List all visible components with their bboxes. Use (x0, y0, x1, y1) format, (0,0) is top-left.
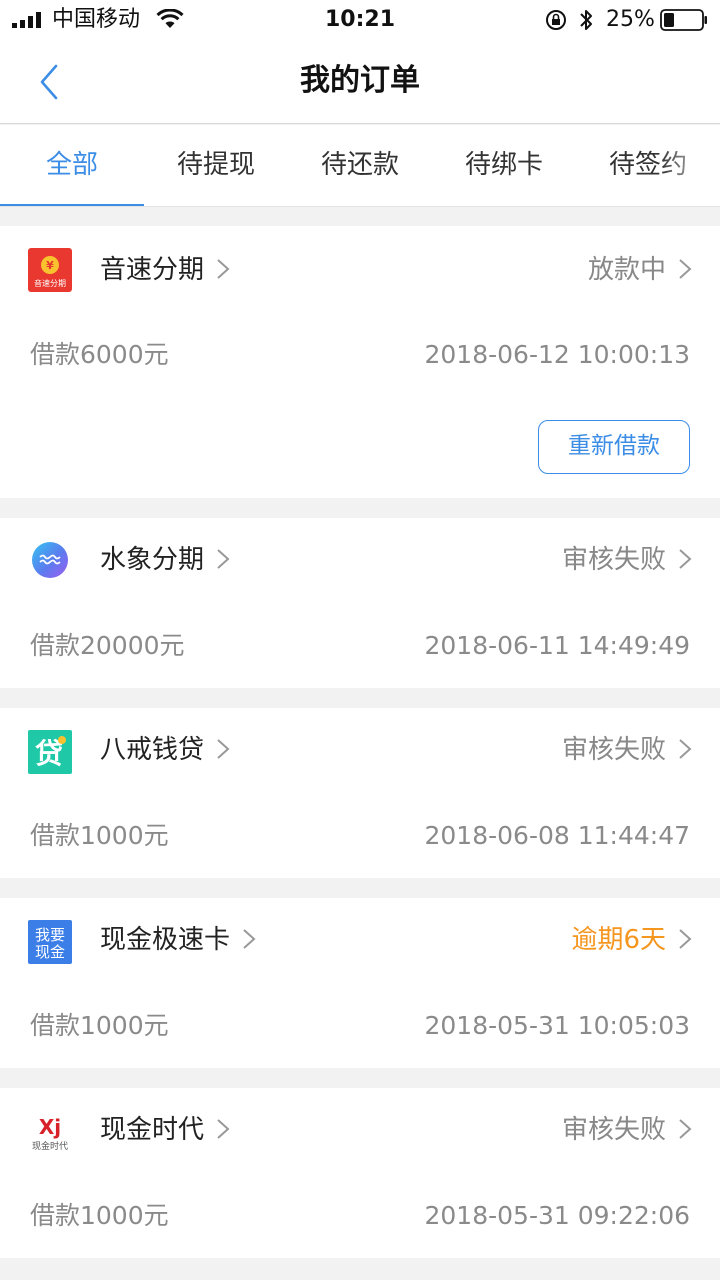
shuixiang-logo-icon (32, 542, 68, 578)
chevron-right-icon (243, 929, 256, 949)
order-datetime: 2018-06-11 14:49:49 (424, 631, 690, 660)
lender-name[interactable]: 现金时代 (100, 1112, 230, 1148)
order-status[interactable]: 放款中 (588, 252, 692, 288)
chevron-right-icon (679, 739, 692, 759)
order-datetime: 2018-05-31 10:05:03 (424, 1011, 690, 1040)
svg-text:现金时代: 现金时代 (32, 1140, 68, 1152)
order-datetime: 2018-06-12 10:00:13 (424, 340, 690, 369)
rotation-lock-icon (546, 10, 566, 30)
loan-amount: 借款1000元 (30, 1011, 169, 1040)
lender-name[interactable]: 水象分期 (100, 542, 230, 578)
order-card[interactable]: 水象分期 审核失败 借款20000元 2018-06-11 14:49:49 (0, 518, 720, 688)
chevron-right-icon (679, 259, 692, 279)
order-status-text: 放款中 (587, 255, 666, 285)
order-tabs: 全部 待提现 待还款 待绑卡 待签约 (0, 125, 720, 207)
svg-text:¥: ¥ (46, 259, 54, 272)
chevron-right-icon (679, 549, 692, 569)
lender-name[interactable]: 现金极速卡 (100, 922, 256, 958)
loan-amount: 借款20000元 (30, 631, 185, 660)
loan-amount: 借款6000元 (30, 340, 169, 369)
order-status-text: 审核失败 (561, 545, 666, 575)
order-status[interactable]: 审核失败 (562, 732, 692, 768)
status-bar: 中国移动 10:21 25% (0, 0, 720, 40)
chevron-right-icon (217, 1119, 230, 1139)
xianjinshidai-logo-icon: Xj 现金时代 (28, 1110, 72, 1154)
tab-pending-bind-card[interactable]: 待绑卡 (432, 125, 576, 206)
chevron-right-icon (679, 929, 692, 949)
lender-name[interactable]: 音速分期 (100, 252, 230, 288)
lender-name-text: 现金极速卡 (100, 925, 231, 955)
order-card[interactable]: 我要 现金 现金极速卡 逾期6天 借款1000元 2018-05-31 10:0… (0, 898, 720, 1068)
tab-pending-sign[interactable]: 待签约 (576, 125, 720, 206)
svg-text:我要: 我要 (35, 926, 65, 944)
order-card[interactable]: 贷 八戒钱贷 审核失败 借款1000元 2018-06-08 11:44:47 (0, 708, 720, 878)
woyaoxianjin-logo-icon: 我要 现金 (28, 920, 72, 964)
lender-name[interactable]: 八戒钱贷 (100, 732, 230, 768)
svg-text:音速分期: 音速分期 (34, 278, 66, 288)
tab-pending-repay[interactable]: 待还款 (288, 125, 432, 206)
lender-name-text: 水象分期 (100, 545, 205, 575)
order-status[interactable]: 审核失败 (562, 542, 692, 578)
lender-name-text: 八戒钱贷 (100, 735, 205, 765)
order-card[interactable]: Xj 现金时代 现金时代 审核失败 借款1000元 2018-05-31 09:… (0, 1088, 720, 1258)
nav-bar: 我的订单 (0, 40, 720, 124)
tab-active-indicator (0, 204, 144, 206)
loan-amount: 借款1000元 (30, 821, 169, 850)
chevron-right-icon (679, 1119, 692, 1139)
order-datetime: 2018-06-08 11:44:47 (424, 821, 690, 850)
reborrow-button[interactable]: 重新借款 (538, 420, 690, 474)
bajie-logo-icon: 贷 (28, 730, 72, 774)
bluetooth-icon (580, 10, 592, 30)
lender-name-text: 音速分期 (100, 255, 205, 285)
battery-icon (660, 9, 707, 31)
chevron-right-icon (217, 259, 230, 279)
chevron-right-icon (217, 739, 230, 759)
svg-text:Xj: Xj (39, 1115, 61, 1139)
chevron-right-icon (217, 549, 230, 569)
page-title: 我的订单 (300, 63, 420, 98)
order-status-text: 审核失败 (561, 1115, 666, 1145)
lender-name-text: 现金时代 (100, 1115, 205, 1145)
yinsu-logo-icon: ¥ 音速分期 (28, 248, 72, 292)
battery-percent: 25% (606, 7, 655, 32)
order-status-text: 审核失败 (561, 735, 666, 765)
tab-all[interactable]: 全部 (0, 125, 144, 206)
order-datetime: 2018-05-31 09:22:06 (424, 1201, 690, 1230)
order-status-text: 逾期6天 (571, 925, 666, 955)
tab-pending-withdraw[interactable]: 待提现 (144, 125, 288, 206)
order-status[interactable]: 逾期6天 (571, 922, 692, 958)
order-status[interactable]: 审核失败 (562, 1112, 692, 1148)
svg-text:现金: 现金 (35, 943, 65, 961)
loan-amount: 借款1000元 (30, 1201, 169, 1230)
order-card[interactable]: ¥ 音速分期 音速分期 放款中 借款6000元 2018-06-12 10:00… (0, 226, 720, 498)
